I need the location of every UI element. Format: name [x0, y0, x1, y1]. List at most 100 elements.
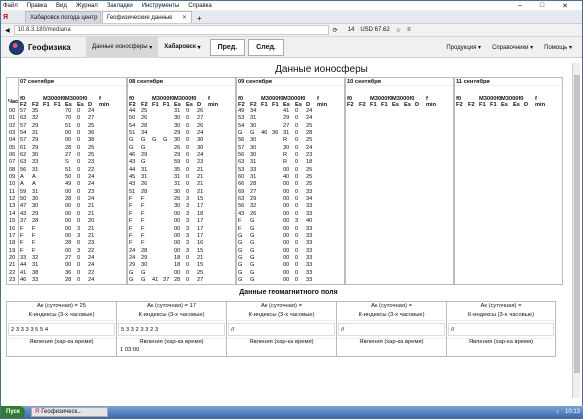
table-cell: [152, 130, 163, 137]
table-cell: [272, 262, 283, 269]
menu-help[interactable]: Справка: [188, 3, 212, 9]
table-cell: 3: [186, 203, 190, 210]
table-cell: 0: [186, 262, 190, 269]
minimize-icon[interactable]: –: [518, 2, 522, 10]
table-row: 57 35 70 0 24: [19, 108, 126, 115]
geomagnetic-cell: Ак (суточная) = 25 К-индексы (3-х часовые…: [6, 301, 116, 358]
table-cell: 0: [186, 166, 190, 173]
menu-file[interactable]: Файл: [3, 3, 18, 9]
table-row: 43 29 00 0 21: [19, 211, 126, 218]
table-cell: 26: [141, 181, 148, 188]
table-cell: [163, 130, 174, 137]
table-cell: [272, 152, 283, 159]
table-row: 43 26 00 0 33: [237, 211, 344, 218]
table-cell: 16: [197, 240, 204, 247]
table-cell: [43, 130, 54, 137]
menu-bookmarks[interactable]: Закладки: [107, 3, 133, 9]
table-cell: [261, 248, 272, 255]
back-icon[interactable]: ◀: [5, 27, 10, 34]
tab-weather[interactable]: Хабаровск погода центр✕: [25, 11, 101, 23]
table-cell: F: [129, 225, 133, 232]
hour-cell: 13: [9, 203, 16, 210]
table-cell: 25: [306, 122, 313, 129]
taskbar-item-browser[interactable]: Я Геофизическ...: [30, 407, 108, 417]
table-cell: [54, 130, 65, 137]
maximize-icon[interactable]: □: [540, 2, 544, 10]
table-cell: 24: [88, 181, 95, 188]
counter-badge[interactable]: 14: [348, 27, 355, 33]
table-cell: F: [20, 240, 24, 247]
nav-products[interactable]: Продукция ▾: [446, 44, 481, 51]
hour-header: Час: [8, 99, 19, 105]
table-cell: 00: [283, 254, 290, 261]
table-row: 53 33 00 0 25: [237, 167, 344, 174]
prev-button[interactable]: Пред.: [209, 38, 246, 56]
vertical-scrollbar[interactable]: [572, 63, 580, 398]
table-cell: [272, 115, 283, 122]
start-button[interactable]: Пуск: [1, 406, 25, 418]
menu-history[interactable]: Журнал: [76, 3, 98, 9]
table-cell: 00: [283, 232, 290, 239]
table-cell: G: [250, 240, 255, 247]
table-row: 54 30 27 0 25: [237, 123, 344, 130]
table-cell: 33: [20, 254, 27, 261]
nav-references[interactable]: Справочники ▾: [492, 44, 533, 51]
table-cell: 0: [295, 225, 299, 232]
table-cell: [54, 189, 65, 196]
table-cell: 00: [174, 240, 181, 247]
table-cell: [152, 211, 163, 218]
table-cell: 56: [20, 166, 27, 173]
day-date: 11 сентября: [455, 78, 562, 86]
nav-ionosphere[interactable]: Данные ионосферы ▾: [86, 36, 159, 58]
menu-tools[interactable]: Инструменты: [142, 3, 179, 9]
table-cell: 31: [283, 130, 290, 137]
table-cell: 29: [250, 196, 257, 203]
table-cell: [54, 159, 65, 166]
table-cell: 00: [65, 137, 72, 144]
table-cell: 56: [238, 152, 245, 159]
menu-edit[interactable]: Правка: [27, 3, 47, 9]
menu-icon[interactable]: ≡: [407, 27, 411, 33]
bookmark-icon[interactable]: ☆: [396, 27, 401, 34]
table-row: A A 50 0 24: [19, 174, 126, 181]
table-cell: 26: [197, 122, 204, 129]
tab-geophysics[interactable]: Геофизические данные ✕: [102, 11, 192, 23]
table-cell: 00: [283, 240, 290, 247]
table-cell: [261, 181, 272, 188]
yandex-logo-icon[interactable]: Я: [3, 14, 25, 21]
column-header: D: [524, 102, 529, 108]
next-button[interactable]: След.: [248, 38, 284, 56]
table-cell: 25: [306, 137, 313, 144]
table-cell: 61: [20, 144, 27, 151]
menu-bar: Файл Правка Вид Журнал Закладки Инструме…: [1, 1, 582, 11]
site-logo[interactable]: Геофизика: [1, 39, 86, 55]
table-cell: 0: [186, 122, 190, 129]
table-cell: 0: [295, 262, 299, 269]
nav-station[interactable]: Хабаровск ▾: [158, 37, 206, 58]
table-row: 44 31 00 0 24: [19, 262, 126, 269]
close-icon[interactable]: ✕: [562, 2, 568, 10]
reload-icon[interactable]: ⟳: [333, 27, 338, 34]
scroll-thumb[interactable]: [574, 75, 580, 373]
volume-icon[interactable]: ♪: [556, 409, 559, 415]
address-field[interactable]: 10.8.3.180/mediana: [13, 25, 329, 35]
new-tab-icon[interactable]: +: [197, 14, 202, 23]
column-header: D: [415, 102, 420, 108]
close-tab-icon[interactable]: ✕: [182, 14, 187, 21]
table-cell: 30: [32, 152, 39, 159]
table-cell: [43, 152, 54, 159]
ak-value: Ак (суточная) =: [261, 303, 302, 310]
day-date: 10 сентября: [346, 78, 453, 86]
table-cell: 56: [238, 137, 245, 144]
table-cell: G: [141, 144, 146, 151]
system-tray: ♪ 10:13: [556, 409, 583, 415]
table-row: 57 29 51 0 25: [19, 123, 126, 130]
nav-help[interactable]: Помощь ▾: [544, 44, 572, 51]
table-row: 45 31 31 0 21: [128, 174, 235, 181]
table-cell: [152, 152, 163, 159]
table-cell: 57: [20, 122, 27, 129]
menu-view[interactable]: Вид: [56, 3, 67, 9]
table-cell: [163, 115, 174, 122]
column-header: M3000f0 F1: [43, 96, 66, 108]
currency-widget[interactable]: USD 67.62: [360, 27, 389, 33]
